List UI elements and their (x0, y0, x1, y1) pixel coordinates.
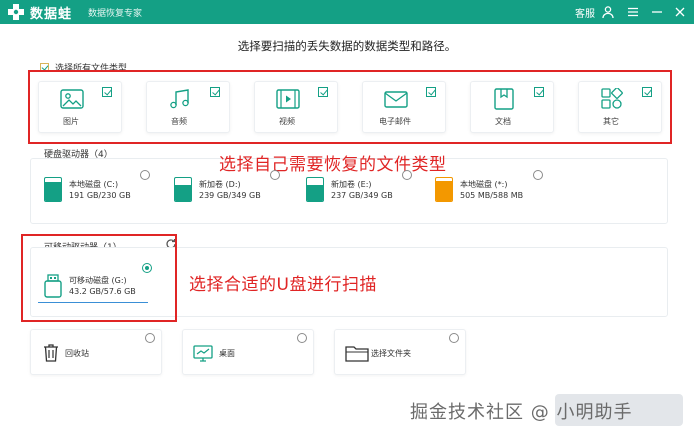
usb-drive-icon (44, 274, 62, 298)
choose-folder-radio[interactable] (449, 333, 459, 343)
checkbox-checked-icon[interactable] (534, 87, 544, 97)
drive-c[interactable]: 本地磁盘 (C:) 191 GB/230 GB (44, 176, 164, 216)
file-type-video[interactable]: 视频 (254, 81, 338, 133)
close-icon[interactable] (673, 5, 687, 19)
file-type-document[interactable]: 文档 (470, 81, 554, 133)
file-type-label: 视频 (279, 117, 295, 126)
drive-size: 43.2 GB/57.6 GB (69, 287, 136, 296)
location-label: 桌面 (219, 349, 235, 358)
checkbox-checked-icon[interactable] (210, 87, 220, 97)
checkbox-checked-icon[interactable] (318, 87, 328, 97)
drive-c-radio[interactable] (140, 170, 150, 180)
checkbox-checked-icon[interactable] (426, 87, 436, 97)
page-instruction: 选择要扫描的丢失数据的数据类型和路径。 (237, 39, 457, 53)
selection-underline (38, 302, 148, 303)
document-icon (494, 88, 514, 110)
desktop-icon (193, 345, 213, 362)
music-icon (170, 89, 189, 109)
file-type-audio[interactable]: 音频 (146, 81, 230, 133)
drive-size: 505 MB/588 MB (460, 191, 524, 200)
title-bar: 数据蛙 数据恢复专家 客服 (0, 0, 694, 24)
drive-g-radio[interactable] (142, 263, 152, 273)
hard-drive-icon (435, 177, 453, 202)
drive-d[interactable]: 新加卷 (D:) 239 GB/349 GB (174, 176, 294, 216)
file-type-label: 其它 (603, 117, 619, 126)
app-title: 数据蛙 (30, 7, 73, 22)
file-type-image[interactable]: 图片 (38, 81, 122, 133)
drive-e[interactable]: 新加卷 (E:) 237 GB/349 GB (306, 176, 426, 216)
file-types-highlight (28, 70, 672, 144)
file-type-annotation: 选择自己需要恢复的文件类型 (219, 155, 447, 175)
app-subtitle: 数据恢复专家 (88, 9, 143, 19)
drive-name: 本地磁盘 (*:) (460, 180, 508, 189)
desktop-radio[interactable] (297, 333, 307, 343)
drive-name: 可移动磁盘 (G:) (69, 276, 127, 285)
recycle-bin-radio[interactable] (145, 333, 155, 343)
other-icon (601, 88, 623, 109)
file-type-label: 文档 (495, 117, 511, 126)
drive-other[interactable]: 本地磁盘 (*:) 505 MB/588 MB (435, 176, 555, 216)
user-icon[interactable] (601, 5, 615, 19)
file-type-email[interactable]: 电子邮件 (362, 81, 446, 133)
drive-size: 239 GB/349 GB (199, 191, 261, 200)
drive-d-radio[interactable] (270, 170, 280, 180)
hard-drive-icon (44, 177, 62, 202)
file-type-label: 音频 (171, 117, 187, 126)
drive-size: 237 GB/349 GB (331, 191, 393, 200)
support-button[interactable]: 客服 (575, 5, 595, 20)
menu-icon[interactable] (626, 5, 640, 19)
watermark: 掘金技术社区 @ 小明助手 (410, 402, 633, 423)
app-logo-icon (8, 4, 24, 20)
file-type-other[interactable]: 其它 (578, 81, 662, 133)
file-type-label: 图片 (63, 117, 79, 126)
usb-annotation: 选择合适的U盘进行扫描 (189, 275, 377, 295)
video-icon (276, 89, 300, 109)
drive-name: 新加卷 (E:) (331, 180, 372, 189)
drive-other-radio[interactable] (533, 170, 543, 180)
location-desktop[interactable]: 桌面 (182, 329, 314, 375)
folder-icon (345, 346, 369, 362)
location-choose-folder[interactable]: 选择文件夹 (334, 329, 466, 375)
recycle-bin-icon (44, 344, 58, 362)
checkbox-checked-icon[interactable] (102, 87, 112, 97)
hard-drive-icon (174, 177, 192, 202)
location-recycle-bin[interactable]: 回收站 (30, 329, 162, 375)
location-label: 选择文件夹 (371, 349, 411, 358)
hard-drive-icon (306, 177, 324, 202)
location-label: 回收站 (65, 349, 89, 358)
minimize-icon[interactable] (650, 5, 664, 19)
drive-size: 191 GB/230 GB (69, 191, 131, 200)
drive-g[interactable]: 可移动磁盘 (G:) 43.2 GB/57.6 GB (44, 272, 154, 312)
image-icon (60, 89, 84, 109)
drive-name: 本地磁盘 (C:) (69, 180, 119, 189)
drive-e-radio[interactable] (402, 170, 412, 180)
checkbox-checked-icon[interactable] (642, 87, 652, 97)
email-icon (384, 91, 408, 108)
file-type-label: 电子邮件 (379, 117, 411, 126)
drive-name: 新加卷 (D:) (199, 180, 241, 189)
